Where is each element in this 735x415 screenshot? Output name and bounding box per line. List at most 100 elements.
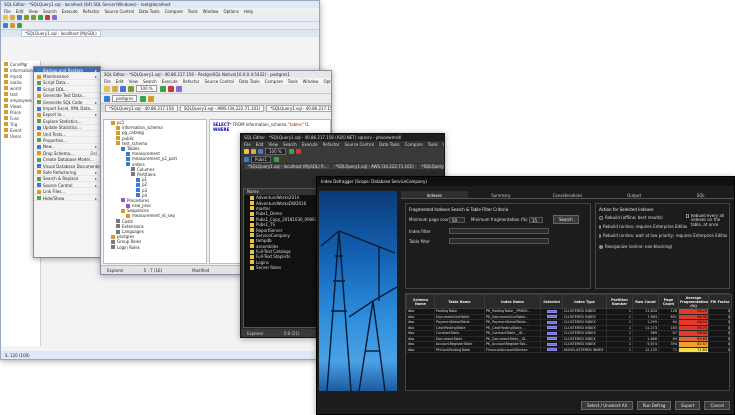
connect-icon[interactable] — [10, 23, 15, 28]
menu-edit[interactable]: Edit — [256, 142, 264, 147]
undo-icon[interactable] — [24, 15, 29, 20]
context-menu-item[interactable]: Visual Database Documenter... — [34, 163, 100, 170]
database-select[interactable]: postgres — [112, 95, 138, 102]
search-button[interactable]: Search — [553, 215, 579, 224]
zoom-select[interactable]: 100 % — [136, 85, 157, 92]
menu-source-control[interactable]: Source Control — [204, 79, 233, 84]
save-icon[interactable] — [17, 15, 22, 20]
selected-checkbox[interactable] — [546, 326, 557, 330]
menu-help[interactable]: Help — [244, 9, 253, 14]
format-icon[interactable] — [175, 85, 182, 92]
selected-checkbox[interactable] — [546, 320, 557, 324]
action-option[interactable]: Rebuild (online; requires Enterprise Edi… — [599, 224, 687, 229]
explorer-tab[interactable]: Explorer — [107, 268, 124, 273]
tab-considerations[interactable]: Considerations — [534, 191, 601, 198]
column-header[interactable]: Partition Number — [606, 294, 633, 309]
save-icon[interactable] — [258, 148, 263, 154]
menu-view[interactable]: View — [268, 142, 278, 147]
menu-compare[interactable]: Compare — [265, 79, 283, 84]
menu-file[interactable]: File — [4, 9, 11, 14]
column-header[interactable]: Page Count — [658, 294, 679, 309]
column-header[interactable]: Schema Name — [406, 294, 435, 309]
column-header[interactable]: Index Type — [562, 294, 607, 309]
rebuild-all-option[interactable]: Rebuild every all indexes on the table, … — [686, 214, 726, 227]
cell-selected[interactable] — [540, 346, 563, 353]
column-header[interactable]: Selected — [540, 294, 563, 309]
select-unselect-all-button[interactable]: Select / Unselect All — [581, 401, 633, 410]
menu-search[interactable]: Search — [143, 79, 157, 84]
selected-checkbox[interactable] — [546, 315, 557, 319]
document-tab[interactable]: *SQLQuery1.sql - 40.86.217.156 (postgres… — [266, 104, 331, 112]
cancel-button[interactable]: Cancel — [704, 401, 730, 410]
new-icon[interactable] — [244, 148, 249, 154]
radio-button[interactable] — [599, 244, 603, 249]
menu-compare[interactable]: Compare — [405, 142, 423, 147]
new-icon[interactable] — [104, 85, 110, 92]
min-frag-input[interactable]: 15 — [529, 216, 543, 223]
export-button[interactable]: Export — [675, 401, 701, 410]
tab-sql[interactable]: SQL — [667, 191, 734, 198]
execute-icon[interactable] — [288, 148, 294, 154]
menu-edit[interactable]: Edit — [16, 9, 24, 14]
menu-tools[interactable]: Tools — [288, 79, 298, 84]
tab-indexes[interactable]: Indexes — [401, 191, 468, 198]
database-select[interactable]: Pubs1 — [251, 155, 272, 163]
column-header[interactable]: Row Count — [632, 294, 659, 309]
explorer-tab[interactable]: Explorer — [247, 331, 264, 336]
menu-refactor[interactable]: Refactor — [83, 9, 100, 14]
table-row[interactable]: dbo PHCashPostingTable FinancialAccountIDI… — [406, 346, 732, 353]
action-option[interactable]: Reorganize (online; non-blocking) — [599, 244, 727, 249]
action-option[interactable]: Rebuild (online; wait at low priority; r… — [599, 233, 727, 238]
tab-output[interactable]: Output — [601, 191, 668, 198]
stop-icon[interactable] — [295, 148, 301, 154]
menu-file[interactable]: File — [244, 142, 251, 147]
menu-tools[interactable]: Tools — [188, 9, 198, 14]
document-tab[interactable]: *SQLQuery1.sql - localhost (MySQL) — [21, 30, 101, 37]
open-icon[interactable] — [251, 148, 256, 154]
selected-checkbox[interactable] — [546, 342, 557, 346]
execute-icon[interactable] — [159, 85, 166, 92]
menu-options[interactable]: Options — [223, 9, 238, 14]
action-option[interactable]: Rebuild (offline; best results) — [599, 215, 687, 220]
document-tab[interactable]: *SQLQuery1.sql - localhost (MySQL) R... — [245, 164, 331, 169]
menu-data-tools[interactable]: Data Tools — [139, 9, 160, 14]
menu-refactor[interactable]: Refactor — [183, 79, 200, 84]
refresh-icon[interactable] — [17, 23, 22, 28]
refresh-icon[interactable] — [274, 156, 280, 162]
menu-window[interactable]: Window — [443, 142, 444, 147]
undo-icon[interactable] — [128, 85, 134, 92]
menu-source-control[interactable]: Source Control — [344, 142, 373, 147]
column-header[interactable]: Fill Factor — [708, 294, 732, 309]
menu-compare[interactable]: Compare — [165, 9, 183, 14]
menu-tools[interactable]: Tools — [428, 142, 438, 147]
document-tab[interactable]: SQLQuery1.sql - AWS (34.222.71.101) — [179, 104, 265, 112]
run-defrag-button[interactable]: Run Defrag — [636, 401, 672, 410]
menu-refactor[interactable]: Refactor — [323, 142, 340, 147]
menu-window[interactable]: Window — [303, 79, 319, 84]
menu-window[interactable]: Window — [203, 9, 219, 14]
column-header[interactable]: Table Name — [434, 294, 485, 309]
context-menu-item[interactable]: Import Excel, XML Data... — [34, 105, 100, 112]
document-tab[interactable]: *SQLQuery1.sql - 40.86.217.156 (ADO.NET) — [418, 164, 444, 169]
stop-icon[interactable] — [45, 15, 50, 20]
column-header[interactable]: Average Fragmentation (%) — [678, 294, 709, 309]
connection-icon[interactable] — [104, 95, 110, 102]
connection-icon[interactable] — [244, 156, 249, 162]
execute-icon[interactable] — [38, 15, 43, 20]
index-filter-input[interactable] — [449, 228, 549, 234]
format-icon[interactable] — [52, 15, 57, 20]
menu-options[interactable]: Options — [323, 79, 331, 84]
menu-search[interactable]: Search — [43, 9, 57, 14]
selected-checkbox[interactable] — [546, 331, 557, 335]
context-menu-item[interactable]: Hide/Show ▸ — [34, 195, 100, 202]
menu-execute[interactable]: Execute — [302, 142, 318, 147]
tab-summary[interactable]: Summary — [468, 191, 535, 198]
selected-checkbox[interactable] — [546, 348, 557, 352]
save-icon[interactable] — [120, 85, 126, 92]
menu-source-control[interactable]: Source Control — [104, 9, 133, 14]
filter-icon[interactable] — [148, 95, 155, 102]
table-filter-input[interactable] — [449, 238, 549, 244]
min-page-input[interactable]: 50 — [449, 216, 465, 223]
db-icon[interactable] — [3, 23, 8, 28]
menu-execute[interactable]: Execute — [162, 79, 178, 84]
